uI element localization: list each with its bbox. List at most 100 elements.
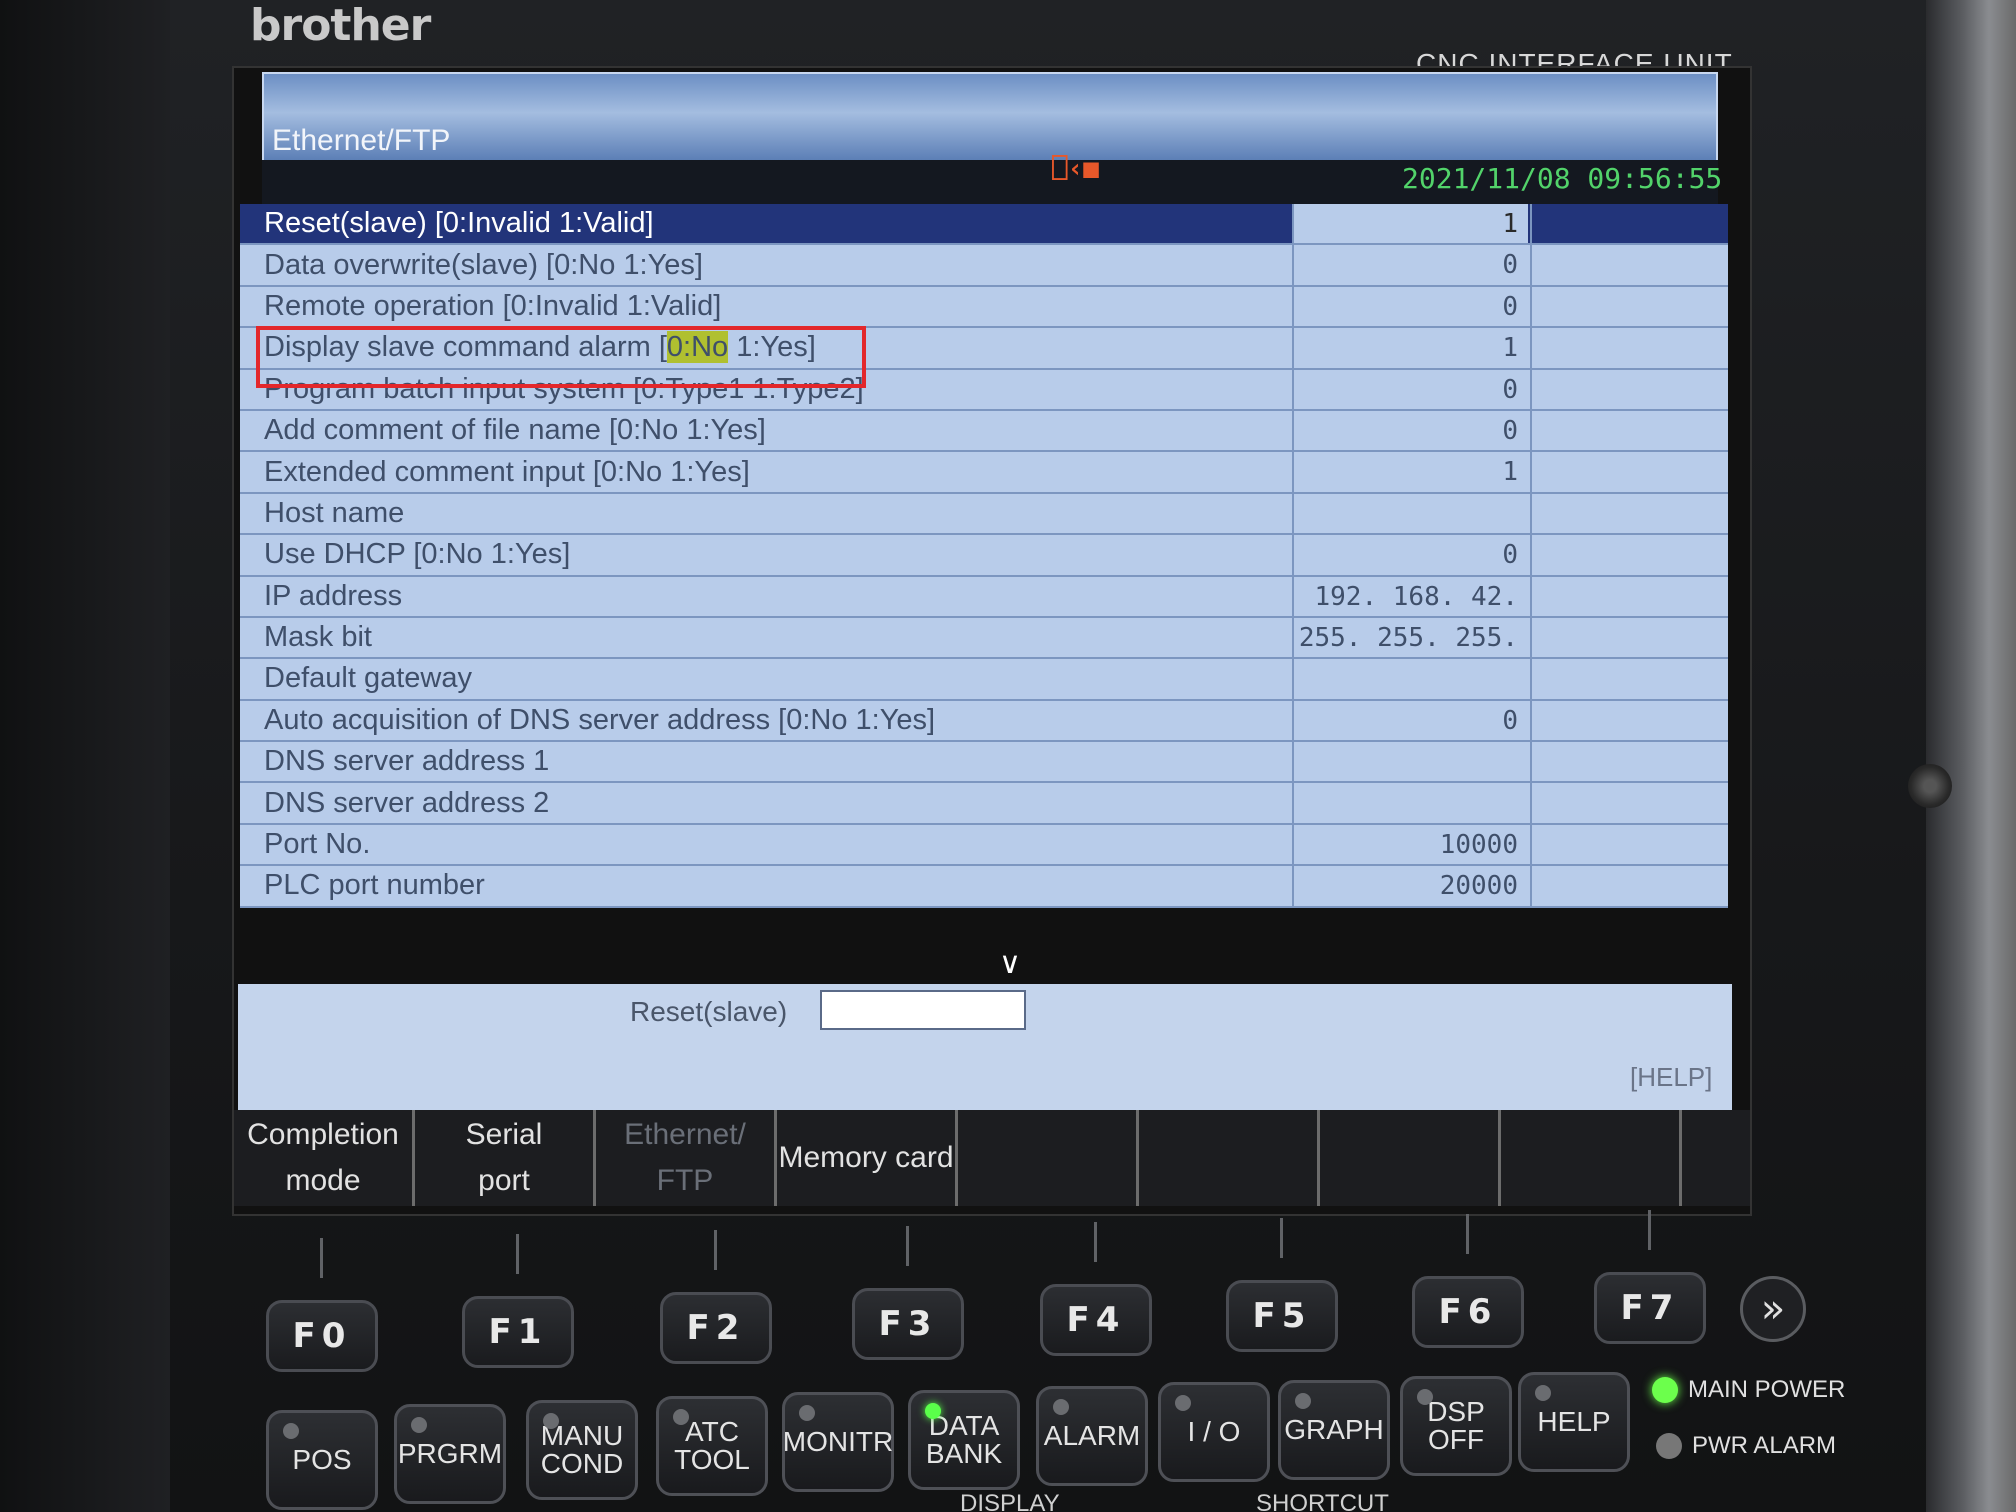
screw-icon — [1908, 764, 1952, 808]
parameter-row[interactable]: Mask bit 255. 255. 255. 0 — [240, 617, 1728, 694]
led-icon — [799, 1405, 815, 1421]
more-softkeys-button[interactable]: » — [1740, 1276, 1806, 1342]
panel-button-label: GRAPH — [1284, 1414, 1384, 1445]
panel-button[interactable]: PRGRM — [394, 1404, 506, 1504]
parameter-row[interactable]: Auto acquisition of DNS server address [… — [240, 700, 1728, 743]
panel-button[interactable]: MANU COND — [526, 1400, 638, 1500]
row-tail-cell — [1530, 286, 1728, 327]
row-tail-cell — [1530, 783, 1728, 823]
parameter-value[interactable]: 255. 255. 255. 0 — [1292, 617, 1528, 694]
parameter-value[interactable]: 20000 — [1292, 866, 1528, 906]
softkey-7[interactable] — [1320, 1110, 1501, 1206]
input-label: Reset(slave) — [630, 996, 788, 1027]
parameter-value[interactable]: 0 — [1292, 535, 1528, 575]
parameter-value[interactable]: 1 — [1292, 452, 1528, 492]
panel-button[interactable]: DSP OFF — [1400, 1376, 1512, 1476]
bezel-right-edge — [1926, 0, 2016, 1512]
row-tail-cell — [1530, 369, 1728, 409]
parameter-value[interactable]: 1 — [1292, 328, 1528, 368]
title-bar — [262, 72, 1718, 162]
parameter-value[interactable]: 1 — [1292, 204, 1528, 244]
parameter-value[interactable]: 0 — [1292, 369, 1528, 409]
parameter-value[interactable]: 192. 168. 42. 200 — [1292, 576, 1528, 653]
parameter-row[interactable]: Port No. 10000 — [240, 824, 1728, 867]
panel-button[interactable]: I / O — [1158, 1382, 1270, 1482]
softkey-6[interactable] — [1139, 1110, 1320, 1206]
parameter-label: Display slave command alarm [0:No 1:Yes] — [264, 331, 1284, 364]
panel-button-label: ATC TOOL — [674, 1416, 750, 1475]
parameter-label: Program batch input system [0:Type1 1:Ty… — [264, 372, 864, 405]
parameter-row[interactable]: Extended comment input [0:No 1:Yes] 1 — [240, 452, 1728, 494]
parameter-value[interactable]: 0 — [1292, 286, 1528, 327]
panel-button[interactable]: HELP — [1518, 1372, 1630, 1472]
function-key-f0[interactable]: F0 — [266, 1300, 378, 1372]
row-tail-cell — [1530, 824, 1728, 865]
parameter-row[interactable]: Reset(slave) [0:Invalid 1:Valid] 1 — [240, 204, 1728, 246]
function-key-f1[interactable]: F1 — [462, 1296, 574, 1368]
panel-button[interactable]: ALARM — [1036, 1386, 1148, 1486]
parameter-value[interactable]: 0 — [1292, 410, 1528, 451]
parameter-value[interactable] — [1292, 742, 1528, 782]
panel-button[interactable]: ATC TOOL — [656, 1396, 768, 1496]
function-key-f7[interactable]: F7 — [1594, 1272, 1706, 1344]
panel-button[interactable]: GRAPH — [1278, 1380, 1390, 1480]
connection-status-icon: ⎕‹■ — [1052, 154, 1099, 184]
softkey-5[interactable] — [958, 1110, 1139, 1206]
softkey-pointer — [1094, 1222, 1097, 1262]
parameter-value[interactable] — [1292, 783, 1528, 823]
parameter-row[interactable]: Data overwrite(slave) [0:No 1:Yes] 0 — [240, 245, 1728, 287]
parameter-row[interactable]: IP address 192. 168. 42. 200 — [240, 576, 1728, 653]
indicator: PWR ALARM — [1656, 1432, 1836, 1460]
function-key-f6[interactable]: F6 — [1412, 1276, 1524, 1348]
softkey-4[interactable]: Memory card — [777, 1110, 958, 1206]
parameter-value[interactable] — [1292, 659, 1528, 699]
parameter-row[interactable]: Host name — [240, 493, 1728, 536]
function-key-f3[interactable]: F3 — [852, 1288, 964, 1360]
softkey-pointer — [1648, 1210, 1651, 1250]
panel-button[interactable]: MONITR — [782, 1392, 894, 1492]
row-tail-cell — [1530, 700, 1728, 741]
parameter-row[interactable]: DNS server address 1 — [240, 742, 1728, 784]
panel-button[interactable]: POS — [266, 1410, 378, 1510]
parameter-value[interactable]: 0 — [1292, 245, 1528, 285]
parameter-value[interactable]: 10000 — [1292, 824, 1528, 865]
parameter-row[interactable]: DNS server address 2 — [240, 783, 1728, 825]
softkey-3[interactable]: Ethernet/ FTP — [596, 1110, 777, 1206]
parameter-value[interactable] — [1292, 493, 1528, 534]
row-tail-cell — [1530, 742, 1728, 782]
panel-button-label: MANU COND — [540, 1420, 624, 1479]
softkey-pointer — [714, 1230, 717, 1270]
softkey-pointer — [320, 1238, 323, 1278]
function-key-f4[interactable]: F4 — [1040, 1284, 1152, 1356]
led-icon — [1053, 1399, 1069, 1415]
row-tail-cell — [1530, 245, 1728, 285]
brand-logo: brother — [250, 0, 431, 51]
function-key-f5[interactable]: F5 — [1226, 1280, 1338, 1352]
parameter-row[interactable]: Remote operation [0:Invalid 1:Valid] 0 — [240, 286, 1728, 329]
parameter-table: Reset(slave) [0:Invalid 1:Valid] 1 Data ov… — [240, 204, 1728, 908]
led-icon — [1417, 1389, 1433, 1405]
panel-button[interactable]: DATA BANK — [908, 1390, 1020, 1490]
parameter-label: Auto acquisition of DNS server address [… — [264, 703, 936, 736]
parameter-row[interactable]: Default gateway — [240, 659, 1728, 701]
parameter-row[interactable]: PLC port number 20000 — [240, 866, 1728, 908]
softkey-1[interactable]: Completion mode — [234, 1110, 415, 1206]
parameter-input-field[interactable] — [820, 990, 1026, 1030]
softkey-2[interactable]: Serial port — [415, 1110, 596, 1206]
led-icon — [1295, 1393, 1311, 1409]
row-tail-cell — [1530, 535, 1728, 575]
scroll-down-icon[interactable]: ∨ — [980, 946, 1040, 981]
parameter-value[interactable]: 0 — [1292, 700, 1528, 741]
parameter-label: DNS server address 1 — [264, 745, 550, 778]
parameter-row[interactable]: Display slave command alarm [0:No 1:Yes]… — [240, 328, 1728, 370]
softkey-8[interactable] — [1501, 1110, 1682, 1206]
indicator-label: PWR ALARM — [1692, 1432, 1837, 1459]
parameter-row[interactable]: Program batch input system [0:Type1 1:Ty… — [240, 369, 1728, 411]
parameter-row[interactable]: Use DHCP [0:No 1:Yes] 0 — [240, 535, 1728, 577]
parameter-label: Host name — [264, 496, 405, 529]
function-key-f2[interactable]: F2 — [660, 1292, 772, 1364]
led-icon — [673, 1409, 689, 1425]
parameter-row[interactable]: Add comment of file name [0:No 1:Yes] 0 — [240, 410, 1728, 453]
lamp-icon — [1652, 1377, 1678, 1403]
led-icon — [543, 1413, 559, 1429]
